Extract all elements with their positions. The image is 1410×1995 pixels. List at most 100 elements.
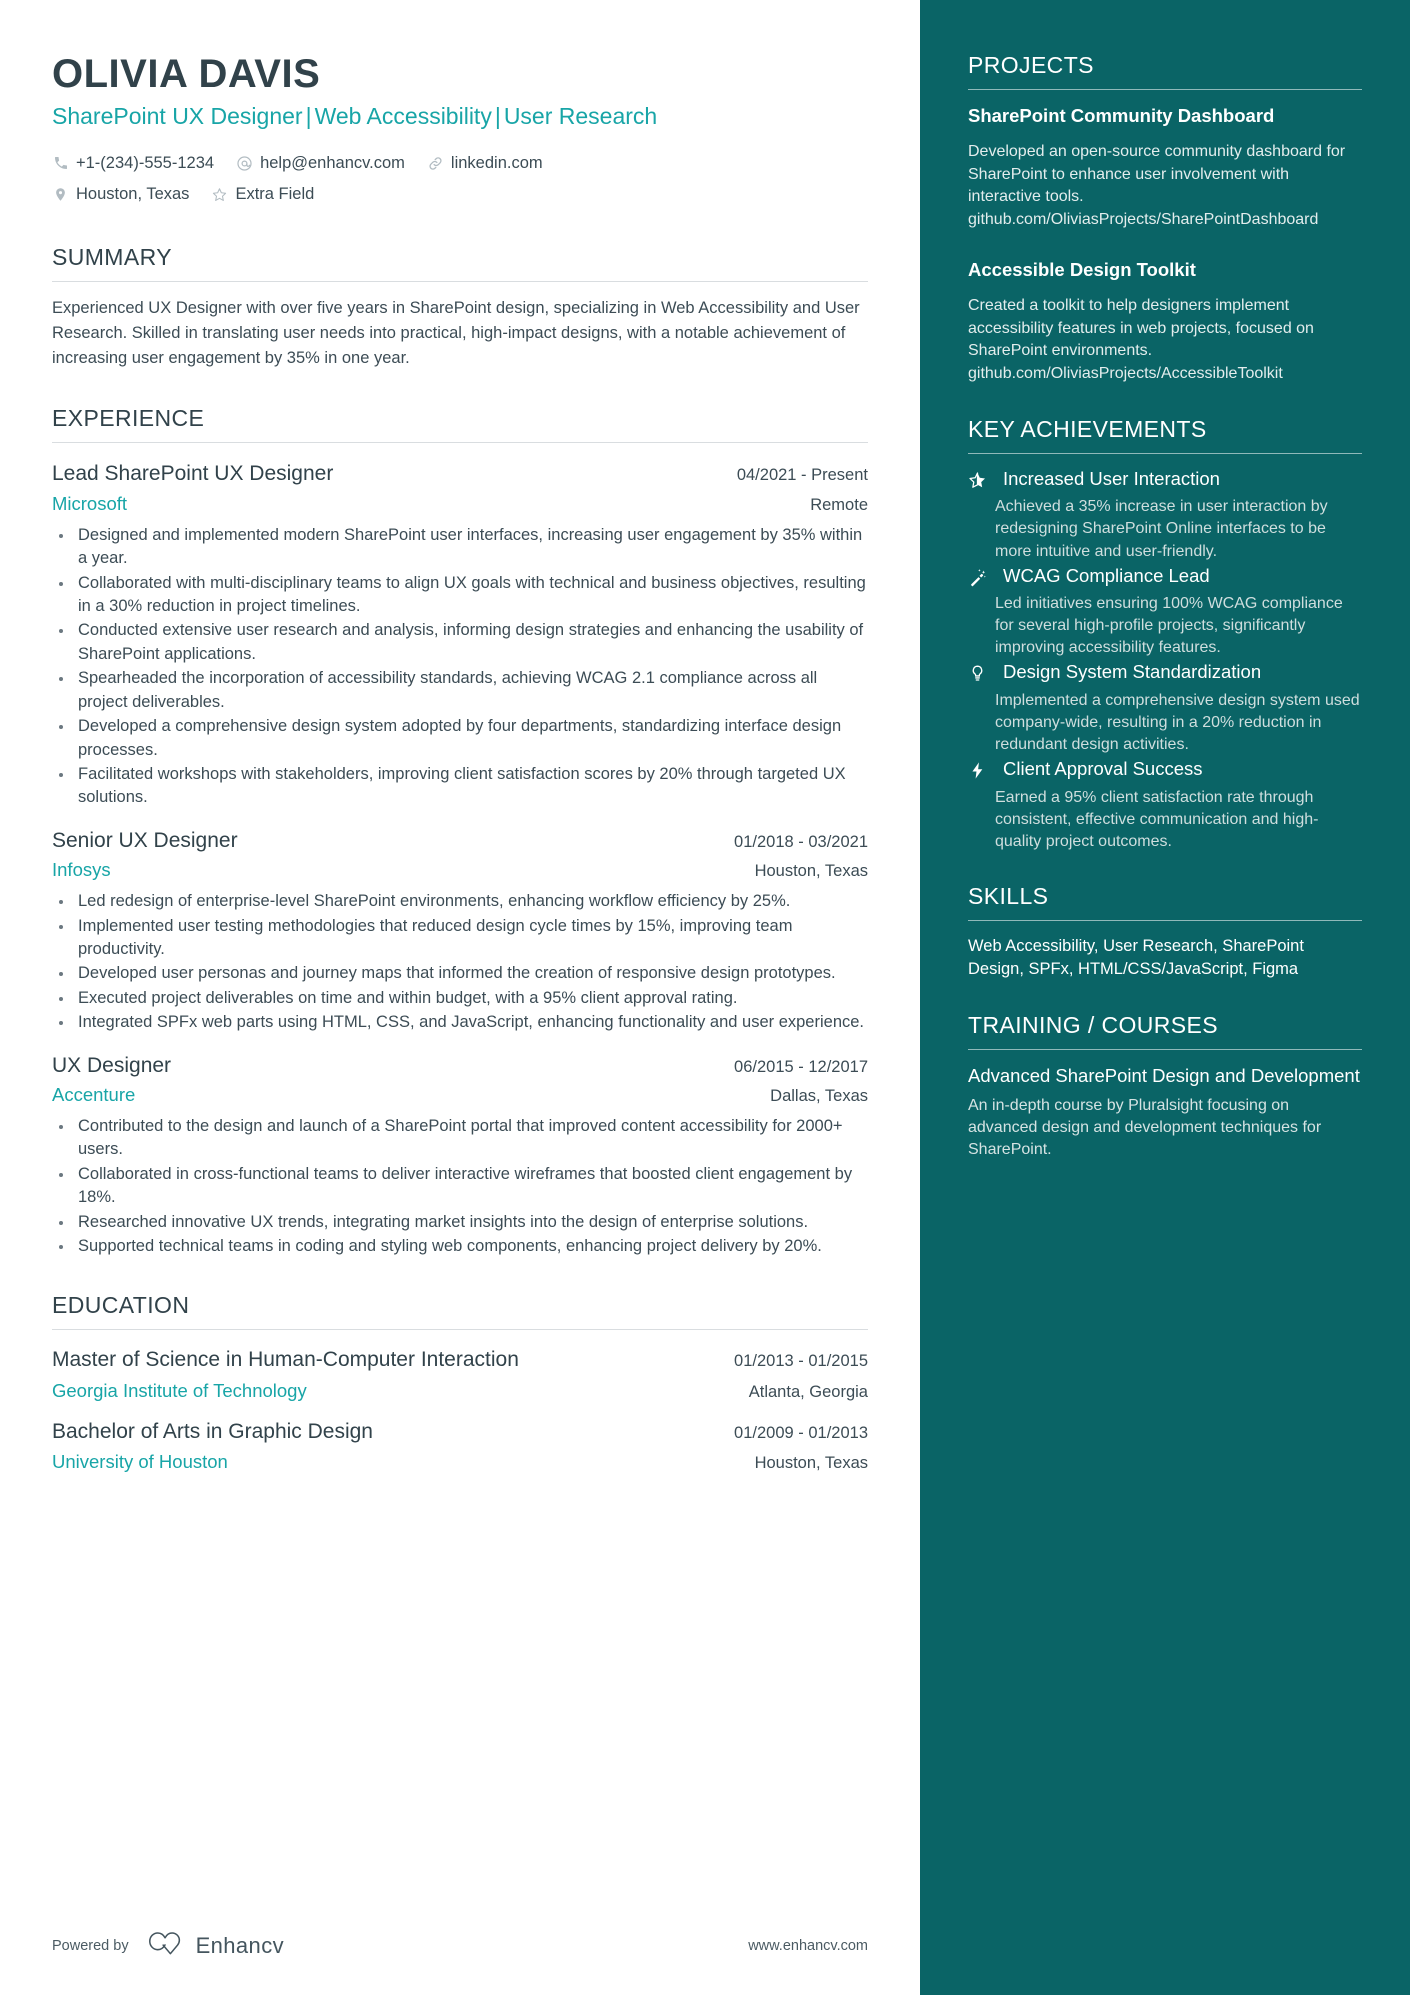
experience-heading-row: UX Designer 06/2015 - 12/2017: [52, 1052, 868, 1079]
education-entry: Master of Science in Human-Computer Inte…: [52, 1346, 868, 1401]
candidate-name: OLIVIA DAVIS: [52, 52, 321, 96]
achievement-item: Client Approval Success Earned a 95% cli…: [968, 758, 1362, 853]
education-subheading-row: University of Houston Houston, Texas: [52, 1451, 868, 1473]
job-bullet: Spearheaded the incorporation of accessi…: [74, 667, 868, 714]
footer-website[interactable]: www.enhancv.com: [748, 1938, 868, 1954]
contact-row-secondary: Houston, Texas Extra Field: [52, 179, 868, 210]
section-education: EDUCATION Master of Science in Human-Com…: [52, 1292, 868, 1473]
lightning-bolt-icon: [968, 758, 996, 781]
magic-wand-icon: [968, 565, 996, 588]
education-title: EDUCATION: [52, 1292, 190, 1319]
projects-title: PROJECTS: [968, 52, 1094, 78]
education-school: Georgia Institute of Technology: [52, 1379, 307, 1401]
achievement-heading-row: WCAG Compliance Lead: [968, 565, 1362, 588]
achievement-title: Client Approval Success: [1003, 758, 1203, 780]
enhancv-logo: Enhancv: [145, 1930, 284, 1961]
achievement-description: Led initiatives ensuring 100% WCAG compl…: [995, 595, 1343, 657]
job-date: 06/2015 - 12/2017: [734, 1057, 868, 1076]
education-degree: Bachelor of Arts in Graphic Design: [52, 1419, 373, 1443]
education-location: Houston, Texas: [754, 1454, 868, 1473]
education-school: University of Houston: [52, 1451, 228, 1473]
sidebar: PROJECTS SharePoint Community Dashboard …: [920, 0, 1410, 1995]
star-outline-icon: [211, 186, 228, 203]
education-location: Atlanta, Georgia: [748, 1382, 868, 1401]
achievement-description: Implemented a comprehensive design syste…: [995, 692, 1360, 754]
divider: [968, 1048, 1362, 1050]
achievement-item: Increased User Interaction Achieved a 35…: [968, 468, 1362, 563]
divider: [52, 1329, 868, 1331]
sidebar-section-projects: PROJECTS SharePoint Community Dashboard …: [968, 52, 1362, 386]
contact-extra-field-value: Extra Field: [235, 184, 315, 203]
job-bullet: Developed user personas and journey maps…: [74, 962, 868, 985]
experience-subheading-row: Microsoft Remote: [52, 493, 868, 515]
contact-email-value: help@enhancv.com: [260, 153, 405, 172]
job-bullet: Collaborated in cross-functional teams t…: [74, 1163, 868, 1210]
job-bullet: Contributed to the design and launch of …: [74, 1115, 868, 1162]
header: OLIVIA DAVIS SharePoint UX Designer | Web …: [52, 52, 868, 210]
contact-linkedin[interactable]: linkedin.com: [427, 148, 543, 179]
achievement-title: WCAG Compliance Lead: [1003, 564, 1210, 586]
contact-email[interactable]: help@enhancv.com: [236, 148, 405, 179]
job-title: UX Designer: [52, 1053, 172, 1077]
job-bullet: Facilitated workshops with stakeholders,…: [74, 763, 868, 810]
headline-part-3: User Research: [503, 102, 658, 129]
education-entry: Bachelor of Arts in Graphic Design 01/20…: [52, 1418, 868, 1473]
page-footer: Powered by Enhancv www.enhancv.com: [52, 1930, 868, 1961]
achievement-item: Design System Standardization Implemente…: [968, 661, 1362, 756]
education-subheading-row: Georgia Institute of Technology Atlanta,…: [52, 1380, 868, 1402]
contact-row-primary: +1-(234)-555-1234 help@enhancv.com linke…: [52, 148, 868, 179]
sidebar-section-skills: SKILLS Web Accessibility, User Research,…: [968, 883, 1362, 982]
project-name: SharePoint Community Dashboard: [968, 105, 1275, 126]
skills-title: SKILLS: [968, 883, 1049, 910]
job-bullet: Integrated SPFx web parts using HTML, CS…: [74, 1011, 868, 1034]
achievement-description: Achieved a 35% increase in user interact…: [995, 498, 1328, 560]
experience-title: EXPERIENCE: [52, 405, 205, 432]
section-summary: SUMMARY Experienced UX Designer with ove…: [52, 244, 868, 371]
education-heading-row: Bachelor of Arts in Graphic Design 01/20…: [52, 1418, 868, 1445]
headline-part-1: SharePoint UX Designer: [52, 102, 303, 129]
contact-phone[interactable]: +1-(234)-555-1234: [52, 148, 214, 179]
achievement-title: Design System Standardization: [1003, 661, 1262, 683]
divider: [52, 442, 868, 444]
job-bullet: Executed project deliverables on time an…: [74, 987, 868, 1010]
project-name: Accessible Design Toolkit: [968, 258, 1196, 280]
education-date: 01/2009 - 01/2013: [734, 1423, 868, 1442]
sidebar-section-achievements: KEY ACHIEVEMENTS Increased User Interact…: [968, 416, 1362, 853]
job-bullet-list: Led redesign of enterprise-level SharePo…: [74, 890, 868, 1035]
job-title: Lead SharePoint UX Designer: [52, 462, 334, 486]
job-company: Infosys: [52, 859, 111, 881]
job-location: Remote: [810, 495, 868, 514]
headline-separator: |: [494, 102, 501, 129]
project-description: Developed an open-source community dashb…: [968, 143, 1346, 229]
experience-heading-row: Senior UX Designer 01/2018 - 03/2021: [52, 827, 868, 854]
experience-entry: Lead SharePoint UX Designer 04/2021 - Pr…: [52, 460, 868, 809]
headline-separator: |: [305, 102, 312, 129]
achievement-title-wrap: Client Approval Success: [996, 758, 1362, 781]
achievement-title-wrap: Design System Standardization: [996, 661, 1362, 684]
enhancv-wordmark: Enhancv: [195, 1932, 284, 1958]
achievement-heading-row: Client Approval Success: [968, 758, 1362, 781]
achievement-item: WCAG Compliance Lead Led initiatives ens…: [968, 565, 1362, 660]
job-date: 01/2018 - 03/2021: [734, 832, 868, 851]
education-degree: Master of Science in Human-Computer Inte…: [52, 1348, 519, 1372]
divider: [968, 920, 1362, 922]
achievement-title: Increased User Interaction: [1003, 467, 1220, 489]
training-title: TRAINING / COURSES: [968, 1011, 1219, 1038]
project-description: Created a toolkit to help designers impl…: [968, 296, 1314, 383]
job-bullet: Researched innovative UX trends, integra…: [74, 1211, 868, 1234]
course-description: An in-depth course by Pluralsight focusi…: [968, 1096, 1322, 1158]
contact-details: +1-(234)-555-1234 help@enhancv.com linke…: [52, 148, 868, 211]
powered-by-label: Powered by: [52, 1937, 129, 1954]
experience-heading-row: Lead SharePoint UX Designer 04/2021 - Pr…: [52, 460, 868, 487]
experience-subheading-row: Accenture Dallas, Texas: [52, 1084, 868, 1106]
course-name: Advanced SharePoint Design and Developme…: [968, 1064, 1360, 1086]
contact-linkedin-value: linkedin.com: [450, 153, 543, 172]
divider: [968, 89, 1362, 90]
section-experience: EXPERIENCE Lead SharePoint UX Designer 0…: [52, 405, 868, 1258]
job-bullet-list: Designed and implemented modern SharePoi…: [74, 524, 868, 810]
link-icon: [427, 155, 444, 172]
achievement-heading-row: Design System Standardization: [968, 661, 1362, 684]
experience-subheading-row: Infosys Houston, Texas: [52, 859, 868, 881]
job-bullet: Implemented user testing methodologies t…: [74, 915, 868, 962]
project-item: SharePoint Community Dashboard Developed…: [968, 104, 1362, 232]
